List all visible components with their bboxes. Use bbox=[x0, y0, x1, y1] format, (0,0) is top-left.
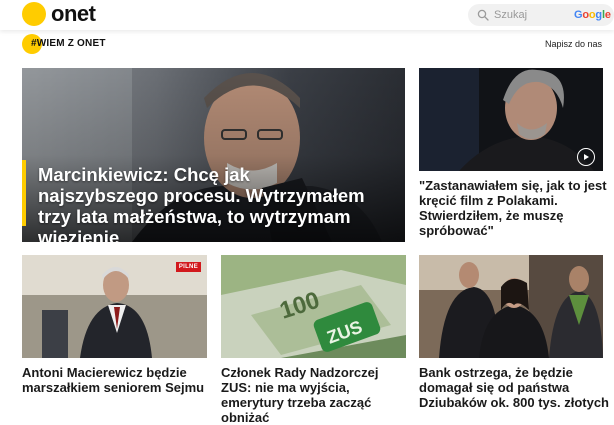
film-photo bbox=[419, 68, 603, 171]
search-input[interactable] bbox=[494, 9, 574, 21]
section-bar: #WIEM Z ONET Napisz do nas bbox=[0, 32, 614, 58]
macierewicz-headline[interactable]: Antoni Macierewicz będzie marszałkiem se… bbox=[22, 365, 212, 395]
article-card-zus[interactable]: 100 ZUS bbox=[221, 255, 406, 358]
top-bar: onet Google bbox=[0, 0, 614, 30]
play-icon[interactable] bbox=[577, 148, 595, 166]
hero-article[interactable]: Marcinkiewicz: Chcę jak najszybszego pro… bbox=[22, 68, 405, 242]
tag-label: #WIEM Z ONET bbox=[31, 38, 106, 49]
bank-headline[interactable]: Bank ostrzega, że będzie domagał się od … bbox=[419, 365, 611, 410]
hero-headline[interactable]: Marcinkiewicz: Chcę jak najszybszego pro… bbox=[38, 164, 368, 242]
banknote-photo: 100 ZUS bbox=[221, 255, 406, 358]
article-card-bank[interactable] bbox=[419, 255, 603, 358]
courtroom-photo bbox=[419, 255, 603, 358]
hero-accent-bar bbox=[22, 160, 26, 226]
article-card-film[interactable] bbox=[419, 68, 603, 171]
wiem-z-onet-tag[interactable]: #WIEM Z ONET bbox=[22, 34, 105, 54]
search-box[interactable]: Google bbox=[468, 4, 614, 26]
article-card-macierewicz[interactable]: PILNE bbox=[22, 255, 207, 358]
onet-logo[interactable]: onet bbox=[22, 1, 96, 26]
logo-dot-icon bbox=[22, 2, 46, 26]
breaking-badge: PILNE bbox=[175, 262, 201, 272]
search-icon[interactable] bbox=[477, 9, 489, 21]
logo-text: onet bbox=[51, 1, 96, 26]
film-headline[interactable]: "Zastanawiałem się, jak to jest kręcić f… bbox=[419, 178, 607, 238]
zus-headline[interactable]: Członek Rady Nadzorczej ZUS: nie ma wyjś… bbox=[221, 365, 411, 425]
google-logo: Google bbox=[574, 9, 611, 21]
write-to-us-link[interactable]: Napisz do nas bbox=[545, 39, 602, 49]
